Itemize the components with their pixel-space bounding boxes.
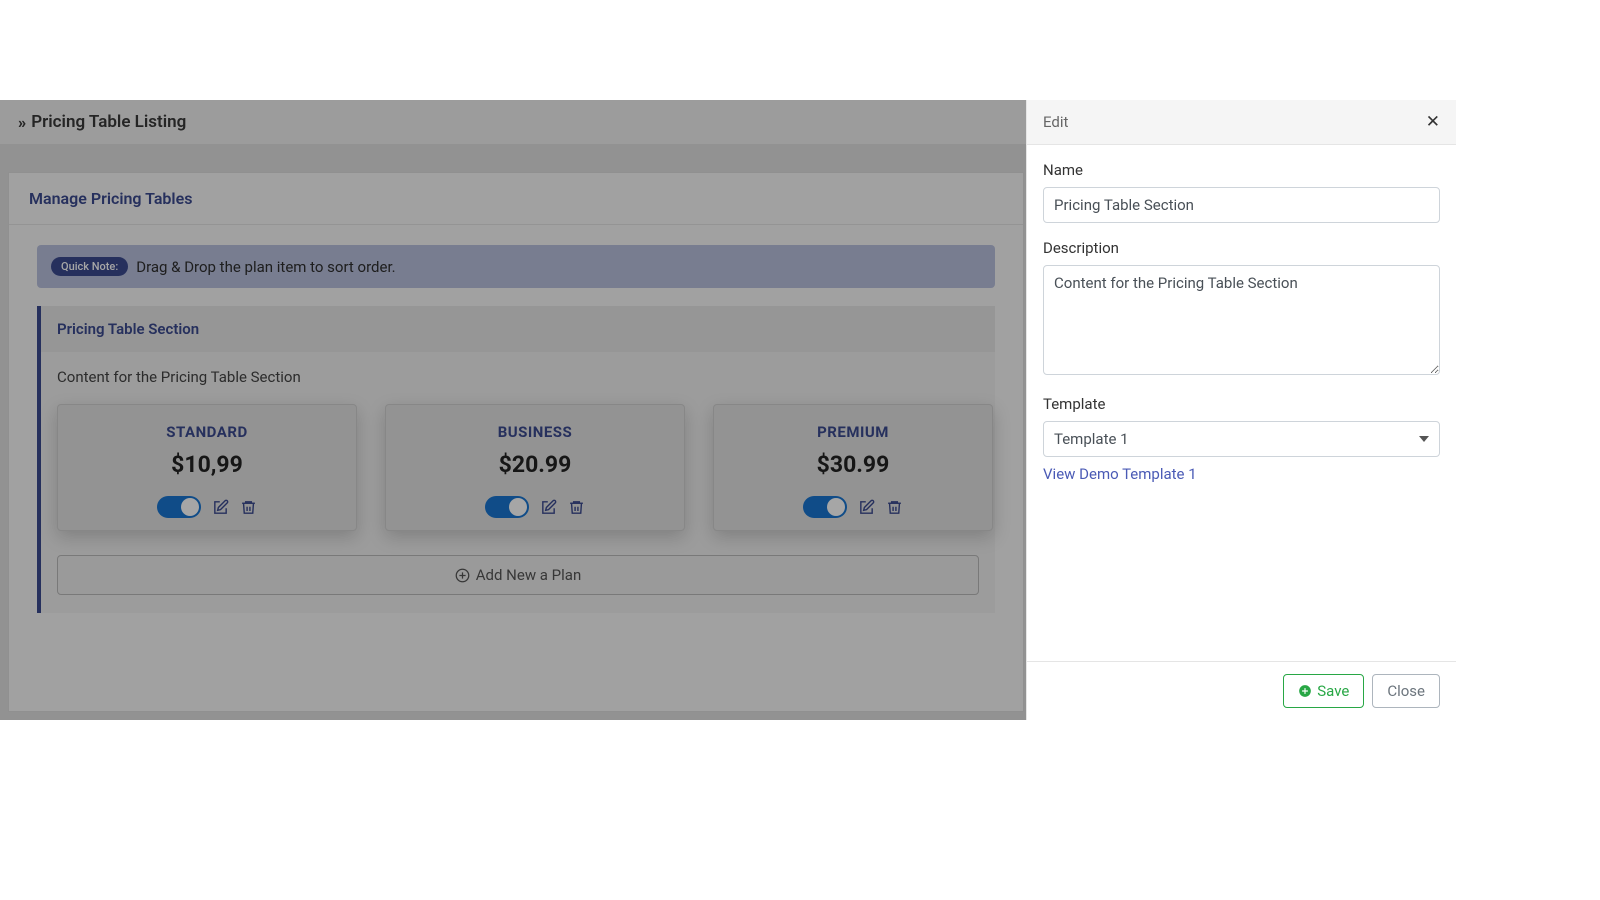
section-title: Pricing Table Section xyxy=(41,306,995,352)
plus-circle-icon xyxy=(1298,684,1312,698)
plan-actions xyxy=(726,496,980,518)
quick-note: Quick Note: Drag & Drop the plan item to… xyxy=(37,245,995,288)
add-plan-label: Add New a Plan xyxy=(476,566,582,584)
close-button[interactable]: Close xyxy=(1372,674,1440,708)
view-demo-link[interactable]: View Demo Template 1 xyxy=(1043,465,1440,483)
close-icon[interactable]: ✕ xyxy=(1426,112,1440,132)
edit-icon[interactable] xyxy=(211,498,229,516)
description-label: Description xyxy=(1043,239,1440,257)
toggle-switch[interactable] xyxy=(803,496,847,518)
save-button[interactable]: Save xyxy=(1283,674,1364,708)
template-select[interactable]: Template 1 xyxy=(1043,421,1440,457)
section-subtitle: Content for the Pricing Table Section xyxy=(41,352,995,386)
name-label: Name xyxy=(1043,161,1440,179)
panel-title: Edit xyxy=(1043,113,1068,131)
plan-price: $20.99 xyxy=(398,451,672,478)
plan-title: PREMIUM xyxy=(726,423,980,441)
card-body: Quick Note: Drag & Drop the plan item to… xyxy=(9,225,1023,633)
note-badge: Quick Note: xyxy=(51,257,128,276)
plan-card-standard[interactable]: STANDARD $10,99 xyxy=(57,404,357,531)
plus-circle-icon xyxy=(455,568,470,583)
manage-card: Manage Pricing Tables Quick Note: Drag &… xyxy=(8,172,1024,712)
save-label: Save xyxy=(1317,682,1349,700)
pricing-section: Pricing Table Section Content for the Pr… xyxy=(37,306,995,613)
plan-card-premium[interactable]: PREMIUM $30.99 xyxy=(713,404,993,531)
trash-icon[interactable] xyxy=(885,498,903,516)
plan-price: $10,99 xyxy=(70,451,344,478)
plan-title: STANDARD xyxy=(70,423,344,441)
toggle-switch[interactable] xyxy=(157,496,201,518)
chevron-right-icon: » xyxy=(18,113,23,132)
panel-header: Edit ✕ xyxy=(1027,100,1456,145)
page-header: » Pricing Table Listing xyxy=(0,100,1026,144)
toggle-switch[interactable] xyxy=(485,496,529,518)
plan-actions xyxy=(70,496,344,518)
edit-icon[interactable] xyxy=(857,498,875,516)
page-title: Pricing Table Listing xyxy=(31,112,186,132)
plan-price: $30.99 xyxy=(726,451,980,478)
panel-body: Name Description Content for the Pricing… xyxy=(1027,145,1456,661)
edit-panel: Edit ✕ Name Description Content for the … xyxy=(1026,100,1456,720)
plan-card-business[interactable]: BUSINESS $20.99 xyxy=(385,404,685,531)
description-textarea[interactable]: Content for the Pricing Table Section xyxy=(1043,265,1440,375)
add-plan-button[interactable]: Add New a Plan xyxy=(57,555,979,595)
panel-footer: Save Close xyxy=(1027,661,1456,720)
note-text: Drag & Drop the plan item to sort order. xyxy=(136,258,395,276)
main-background: » Pricing Table Listing Manage Pricing T… xyxy=(0,100,1026,720)
name-input[interactable] xyxy=(1043,187,1440,223)
plan-title: BUSINESS xyxy=(398,423,672,441)
card-title: Manage Pricing Tables xyxy=(9,173,1023,225)
close-label: Close xyxy=(1387,682,1425,700)
trash-icon[interactable] xyxy=(567,498,585,516)
trash-icon[interactable] xyxy=(239,498,257,516)
plan-actions xyxy=(398,496,672,518)
template-label: Template xyxy=(1043,395,1440,413)
edit-icon[interactable] xyxy=(539,498,557,516)
plans-row: STANDARD $10,99 xyxy=(41,404,995,531)
